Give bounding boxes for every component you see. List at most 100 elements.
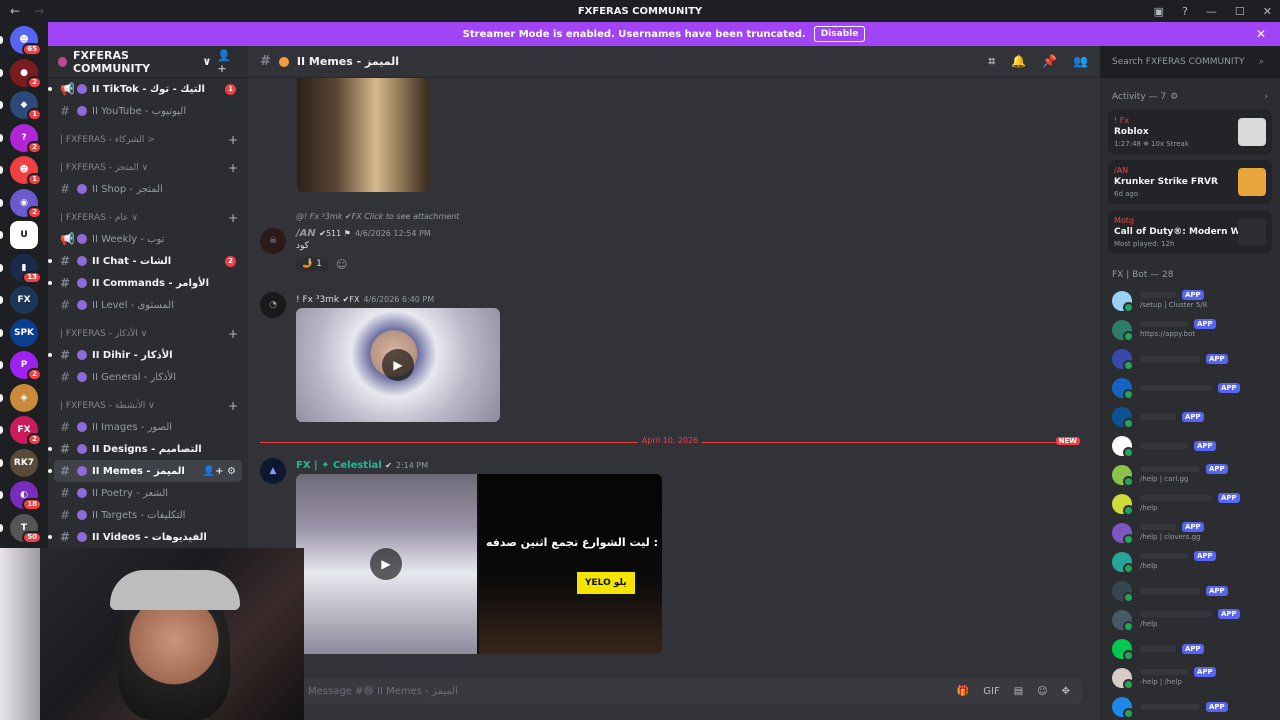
reaction[interactable]: 🤳 1 xyxy=(296,257,328,271)
reply-preview[interactable]: @! Fx ³3mk ✔FX Click to see attachment xyxy=(296,212,459,221)
channel-item[interactable]: # II Poetry - الشعر xyxy=(54,482,242,504)
pin-icon[interactable]: 📌 xyxy=(1042,54,1057,69)
member-item[interactable]: APP xyxy=(1100,373,1280,402)
server-icon[interactable]: FX 2 xyxy=(10,416,42,446)
gift-icon[interactable]: 🎁 xyxy=(957,686,969,697)
gear-icon[interactable]: ⚙ xyxy=(1170,92,1178,102)
channel-item[interactable]: # II Level - المستوى xyxy=(54,294,242,316)
apps-icon[interactable]: ✥ xyxy=(1062,686,1070,697)
server-icon[interactable]: ◐ 18 xyxy=(10,481,42,511)
channel-category[interactable]: | FXFERAS - الشركاء > + xyxy=(48,130,248,150)
member-item[interactable]: APP xyxy=(1100,634,1280,663)
member-item[interactable]: APP/help | clovers.gg xyxy=(1100,518,1280,547)
activity-card[interactable]: Motg Call of Duty®: Modern Warf... Most pl… xyxy=(1108,210,1272,254)
server-icon[interactable]: FX xyxy=(10,286,38,314)
create-channel-icon[interactable]: + xyxy=(228,133,238,147)
channel-item[interactable]: # II Memes - الميمز 👤+ ⚙ xyxy=(48,460,242,482)
channel-category[interactable]: | FXFERAS - المتجر ∨ + xyxy=(48,158,248,178)
member-item[interactable]: APP/help xyxy=(1100,605,1280,634)
channel-item[interactable]: # II Commands - الأوامر xyxy=(48,272,242,294)
channel-item[interactable]: # II Images - الصور xyxy=(54,416,242,438)
server-icon[interactable]: ? 2 xyxy=(10,123,42,154)
channel-item[interactable]: # II Videos - الفيديوهات xyxy=(48,526,242,548)
add-member-icon[interactable]: 👤+ xyxy=(217,49,238,75)
channel-category[interactable]: | FXFERAS - عام ∨ + xyxy=(48,208,248,228)
create-channel-icon[interactable]: + xyxy=(228,399,238,413)
member-list-icon[interactable]: 👥 xyxy=(1073,54,1088,69)
channel-item[interactable]: # II Dihir - الأذكار xyxy=(48,344,242,366)
play-icon[interactable]: ▶ xyxy=(370,548,402,580)
server-icon[interactable]: ◉ 2 xyxy=(10,188,42,219)
emoji-icon[interactable]: ☺ xyxy=(1037,686,1047,697)
play-icon[interactable]: ▶ xyxy=(382,349,414,381)
channel-item[interactable]: # II General - الأذكار xyxy=(54,366,242,388)
channel-item[interactable]: # II YouTube - اليوتيوب xyxy=(54,100,242,122)
avatar[interactable]: ▲ xyxy=(260,458,286,484)
channel-category[interactable]: | FXFERAS - الأنشطة ∨ + xyxy=(48,396,248,416)
close-window-icon[interactable]: ✕ xyxy=(1263,5,1272,18)
server-icon[interactable]: ☻ 65 xyxy=(10,26,42,56)
channel-settings-icon[interactable]: 👤+ ⚙ xyxy=(203,466,236,477)
message-composer[interactable]: Message #😄 II Memes - الميمز 🎁 GIF ▤ ☺ ✥ xyxy=(296,678,1082,704)
server-icon[interactable]: ☻ 1 xyxy=(10,156,42,186)
member-item[interactable]: APP/setup | Cluster 5/8 xyxy=(1100,286,1280,315)
server-header[interactable]: FXFERAS COMMUNITY ∨ 👤+ xyxy=(48,46,248,78)
channel-category[interactable]: | FXFERAS - الأذكار ∨ + xyxy=(48,324,248,344)
channel-item[interactable]: 📢 II TikTok - التيك - توك 1 xyxy=(48,78,242,100)
threads-icon[interactable]: ⌗ xyxy=(988,54,995,69)
server-icon[interactable]: RK7 xyxy=(10,448,38,477)
forward-arrow-icon[interactable]: → xyxy=(34,4,44,18)
video-attachment[interactable]: ▶ xyxy=(296,308,500,422)
member-item[interactable]: APP xyxy=(1100,402,1280,431)
server-icon[interactable]: U xyxy=(10,221,38,249)
member-item[interactable]: APP/help | carl.gg xyxy=(1100,460,1280,489)
channel-item[interactable]: # II Designs - التصاميم xyxy=(48,438,242,460)
avatar[interactable]: ◔ xyxy=(260,292,286,318)
server-icon[interactable]: SPK xyxy=(10,318,38,347)
channel-item[interactable]: # II Shop - المتجر xyxy=(54,178,242,200)
video-attachment[interactable] xyxy=(297,78,429,192)
create-channel-icon[interactable]: + xyxy=(228,327,238,341)
add-reaction-icon[interactable]: ☺ xyxy=(336,258,347,271)
member-item[interactable]: APP https://appy.bot xyxy=(1100,315,1280,344)
server-icon[interactable]: T 50 xyxy=(10,513,42,544)
maximize-icon[interactable]: ☐ xyxy=(1235,5,1245,18)
channel-item[interactable]: 📢 II Weekly - توب xyxy=(54,228,242,250)
back-arrow-icon[interactable]: ← xyxy=(10,4,20,18)
member-item[interactable]: APP -help | /help xyxy=(1100,663,1280,692)
channel-item[interactable]: # II Targets - التكليفات xyxy=(54,504,242,526)
inbox-icon[interactable]: ▣ xyxy=(1154,5,1164,18)
author-name[interactable]: ! Fx ³3mk xyxy=(296,295,339,305)
gif-icon[interactable]: GIF xyxy=(983,686,999,697)
chevron-right-icon[interactable]: › xyxy=(1264,92,1268,102)
server-icon[interactable]: ▮ 13 xyxy=(10,253,42,284)
avatar xyxy=(1112,464,1134,487)
close-banner-icon[interactable]: ✕ xyxy=(1256,27,1266,41)
member-item[interactable]: APP xyxy=(1100,692,1280,720)
member-item[interactable]: APP/help xyxy=(1100,489,1280,518)
member-item[interactable]: APP/help xyxy=(1100,547,1280,576)
member-item[interactable]: APP xyxy=(1100,344,1280,373)
author-name[interactable]: FX | ✦ Celestial xyxy=(296,460,382,471)
avatar xyxy=(1112,609,1134,632)
server-icon[interactable]: P2 xyxy=(10,351,42,381)
search-input[interactable]: Search FXFERAS COMMUNITY ⌕ xyxy=(1106,52,1270,72)
member-item[interactable]: APP xyxy=(1100,431,1280,460)
sticker-icon[interactable]: ▤ xyxy=(1014,686,1023,697)
activity-card[interactable]: /AN Krunker Strike FRVR 6d ago xyxy=(1108,160,1272,204)
member-item[interactable]: APP xyxy=(1100,576,1280,605)
video-attachment[interactable]: ليت الشوارع تجمع اثنين صدفه : YELO يلو ▶ xyxy=(296,474,662,654)
minimize-icon[interactable]: — xyxy=(1206,5,1217,18)
author-name[interactable]: /AN xyxy=(296,228,316,239)
bell-icon[interactable]: 🔔 xyxy=(1011,54,1026,69)
disable-button[interactable]: Disable xyxy=(813,26,866,42)
channel-item[interactable]: # II Chat - الشات 2 xyxy=(48,250,242,272)
create-channel-icon[interactable]: + xyxy=(228,161,238,175)
server-icon[interactable]: ◈ xyxy=(10,383,38,412)
server-icon[interactable]: ◆ 1 xyxy=(10,91,42,121)
avatar[interactable]: ☠ xyxy=(260,228,286,254)
help-icon[interactable]: ? xyxy=(1182,5,1188,18)
server-icon[interactable]: ● 2 xyxy=(10,58,42,89)
activity-card[interactable]: ! Fx Roblox 1:27:48 ⛯ 10x Streak xyxy=(1108,110,1272,154)
create-channel-icon[interactable]: + xyxy=(228,211,238,225)
